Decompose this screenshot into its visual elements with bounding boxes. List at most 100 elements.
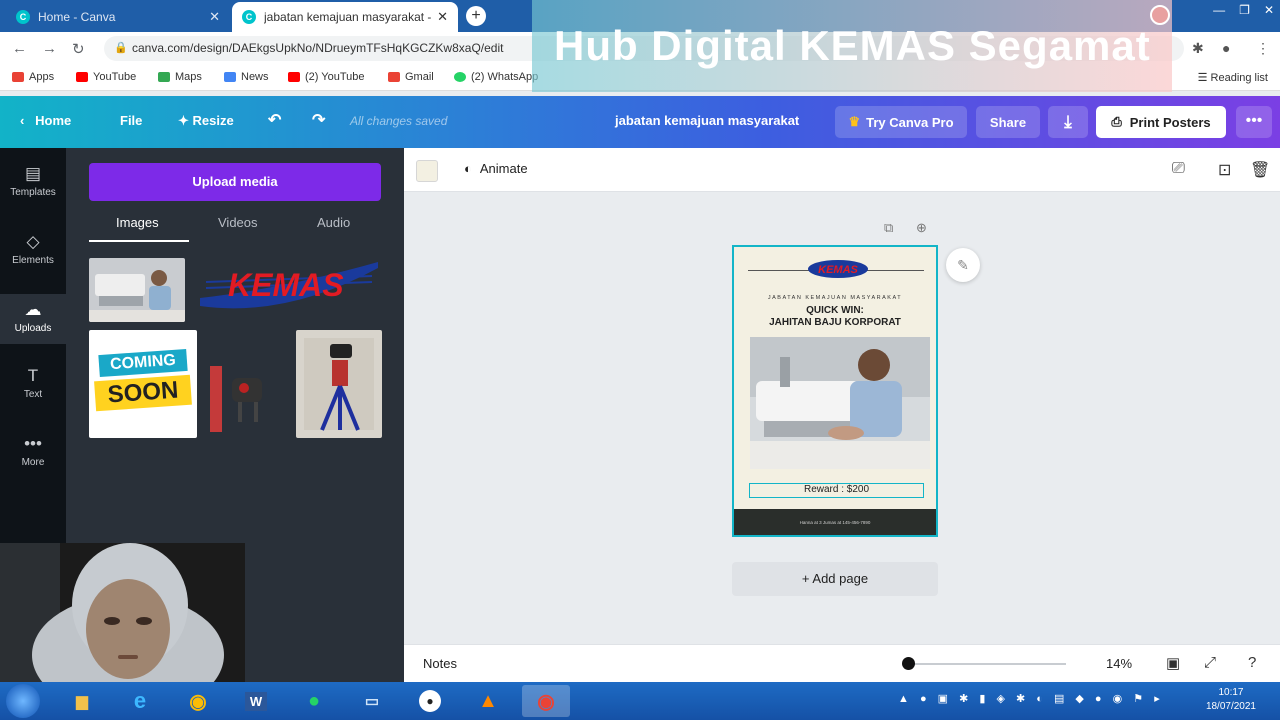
file-menu[interactable]: File bbox=[120, 113, 142, 128]
windows-taskbar: ▆ e ◉ W ● ▭ ● ▲ ◉ ▲ ● ▣ ✱ ▮ ◈ ✱ ◐ ▤ ◆ ● … bbox=[0, 682, 1280, 720]
poster-sewing-photo bbox=[750, 337, 930, 469]
add-comment-icon[interactable]: ✎ bbox=[946, 248, 980, 282]
browser-tab-design[interactable]: C jabatan kemajuan masyarakat - P ✕ bbox=[232, 2, 458, 32]
rail-item-more[interactable]: ••• More bbox=[0, 434, 66, 494]
bookmark-label: Apps bbox=[29, 71, 55, 83]
forward-icon[interactable]: → bbox=[42, 40, 57, 57]
start-button[interactable] bbox=[6, 684, 40, 718]
more-options-button[interactable]: ••• bbox=[1236, 106, 1272, 138]
taskbar-vlc[interactable]: ▲ bbox=[464, 685, 512, 717]
bookmark-label: Gmail bbox=[405, 71, 434, 83]
minimize-icon[interactable]: — bbox=[1213, 3, 1225, 17]
taskbar-obs[interactable]: ● bbox=[406, 685, 454, 717]
news-icon bbox=[224, 72, 236, 82]
upload-thumb-coming-soon[interactable]: COMING SOON bbox=[89, 330, 197, 438]
bookmark-gmail[interactable]: Gmail bbox=[388, 71, 434, 83]
undo-icon[interactable]: ↶ bbox=[268, 110, 281, 130]
zoom-slider-handle[interactable] bbox=[902, 657, 915, 670]
cloud-upload-icon: ☁ bbox=[24, 300, 42, 319]
new-tab-button[interactable]: + bbox=[466, 6, 486, 26]
animate-button[interactable]: ◐ Animate bbox=[464, 161, 528, 176]
tab-images[interactable]: Images bbox=[116, 215, 159, 230]
add-page-icon[interactable]: ⊕ bbox=[916, 220, 927, 236]
upload-thumb-tripod[interactable] bbox=[296, 330, 382, 438]
trash-icon[interactable]: 🗑 bbox=[1250, 160, 1270, 180]
elements-icon: ◇ bbox=[26, 232, 40, 251]
close-tab-icon[interactable]: ✕ bbox=[209, 9, 220, 25]
background-color-swatch[interactable] bbox=[416, 160, 438, 182]
profile-avatar[interactable]: ● bbox=[1222, 40, 1230, 56]
taskbar-chrome[interactable]: ◉ bbox=[174, 685, 222, 717]
try-pro-button[interactable]: ♛ Try Canva Pro bbox=[835, 106, 967, 138]
fullscreen-icon[interactable]: ⤢ bbox=[1204, 654, 1216, 671]
coming-label: COMING bbox=[98, 348, 188, 378]
close-window-icon[interactable]: ✕ bbox=[1264, 3, 1274, 17]
tab-videos[interactable]: Videos bbox=[218, 215, 258, 230]
system-tray-icons[interactable]: ▲ ● ▣ ✱ ▮ ◈ ✱ ◐ ▤ ◆ ● ◉ ⚑ ▸ bbox=[898, 692, 1164, 705]
upload-media-button[interactable]: Upload media bbox=[89, 163, 381, 201]
text-icon: T bbox=[27, 366, 39, 385]
bookmark-whatsapp[interactable]: (2) WhatsApp bbox=[454, 71, 538, 83]
watermark-text: Hub Digital KEMAS Segamat bbox=[554, 22, 1151, 69]
tab-title: Home - Canva bbox=[38, 10, 116, 24]
share-button[interactable]: Share bbox=[976, 106, 1040, 138]
taskbar-ie[interactable]: e bbox=[116, 685, 164, 717]
media-tabs: Images Videos Audio bbox=[89, 212, 381, 242]
system-clock[interactable]: 10:17 18/07/2021 bbox=[1206, 686, 1256, 714]
zoom-slider-track[interactable] bbox=[910, 663, 1066, 665]
poster-page[interactable]: KEMAS JABATAN KEMAJUAN MASYARAKAT QUICK … bbox=[732, 245, 938, 537]
reload-icon[interactable]: ↻ bbox=[72, 40, 85, 58]
print-posters-button[interactable]: ⎙ Print Posters bbox=[1096, 106, 1226, 138]
bookmark-youtube-2[interactable]: (2) YouTube bbox=[288, 71, 365, 83]
add-page-button[interactable]: + Add page bbox=[732, 562, 938, 596]
taskbar-explorer[interactable]: ▆ bbox=[58, 685, 106, 717]
upload-thumb-sewing[interactable] bbox=[89, 258, 185, 322]
horizontal-scrollbar[interactable] bbox=[414, 632, 1260, 636]
extensions-icon[interactable]: ✱ bbox=[1192, 40, 1204, 57]
download-icon[interactable]: ⤓ bbox=[1048, 106, 1088, 138]
bookmark-youtube[interactable]: YouTube bbox=[76, 71, 136, 83]
taskbar-chrome-active[interactable]: ◉ bbox=[522, 685, 570, 717]
taskbar-word[interactable]: W bbox=[232, 685, 280, 717]
rail-item-templates[interactable]: ▤ Templates bbox=[0, 164, 66, 224]
notes-button[interactable]: Notes bbox=[423, 656, 457, 671]
page-count-icon[interactable]: ▣ bbox=[1166, 654, 1180, 672]
paint-roller-icon[interactable]: ⎚ bbox=[1172, 160, 1185, 178]
maximize-icon[interactable]: ❐ bbox=[1239, 3, 1250, 17]
resize-button[interactable]: ✦ Resize bbox=[178, 113, 234, 129]
templates-icon: ▤ bbox=[24, 164, 42, 183]
bookmark-maps[interactable]: Maps bbox=[158, 71, 202, 83]
bookmark-label: News bbox=[241, 71, 269, 83]
poster-reward-text[interactable]: Reward : $200 bbox=[749, 483, 924, 498]
lock-icon: 🔒 bbox=[114, 42, 128, 54]
close-tab-icon[interactable]: ✕ bbox=[437, 9, 448, 25]
rail-item-text[interactable]: T Text bbox=[0, 366, 66, 426]
help-icon[interactable]: ? bbox=[1248, 654, 1256, 671]
reading-list[interactable]: ☰ Reading list bbox=[1198, 71, 1268, 84]
zoom-level[interactable]: 14% bbox=[1106, 656, 1132, 671]
home-button[interactable]: ‹ Home bbox=[20, 113, 71, 128]
design-title[interactable]: jabatan kemajuan masyarakat bbox=[615, 113, 799, 128]
bookmark-news[interactable]: News bbox=[224, 71, 269, 83]
bookmark-label: (2) YouTube bbox=[305, 71, 365, 83]
browser-tab-home[interactable]: C Home - Canva ✕ bbox=[6, 2, 230, 32]
taskbar-whatsapp[interactable]: ● bbox=[290, 685, 338, 717]
rail-item-elements[interactable]: ◇ Elements bbox=[0, 232, 66, 292]
duplicate-page-icon[interactable]: ⧉ bbox=[884, 220, 893, 236]
lock-icon[interactable]: ⊡ bbox=[1218, 160, 1231, 180]
upload-thumb-product[interactable] bbox=[210, 362, 280, 434]
youtube-icon bbox=[288, 72, 300, 82]
poster-footer: Hanna at 3 Jumas at 145-456-7890 bbox=[734, 509, 936, 535]
bookmark-apps[interactable]: Apps bbox=[12, 71, 54, 83]
taskbar-app-window[interactable]: ▭ bbox=[348, 685, 396, 717]
word-icon: W bbox=[244, 691, 268, 711]
rail-item-uploads[interactable]: ☁ Uploads bbox=[0, 294, 66, 344]
rail-label: Uploads bbox=[14, 323, 52, 334]
tab-audio[interactable]: Audio bbox=[317, 215, 350, 230]
home-label: Home bbox=[35, 113, 72, 128]
upload-thumb-kemas-logo[interactable]: KEMAS bbox=[196, 258, 382, 322]
back-icon[interactable]: ← bbox=[12, 40, 27, 57]
redo-icon[interactable]: ↷ bbox=[312, 110, 325, 130]
menu-kebab-icon[interactable]: ⋮ bbox=[1256, 40, 1270, 57]
poster-title: QUICK WIN: JAHITAN BAJU KORPORAT bbox=[734, 305, 936, 329]
